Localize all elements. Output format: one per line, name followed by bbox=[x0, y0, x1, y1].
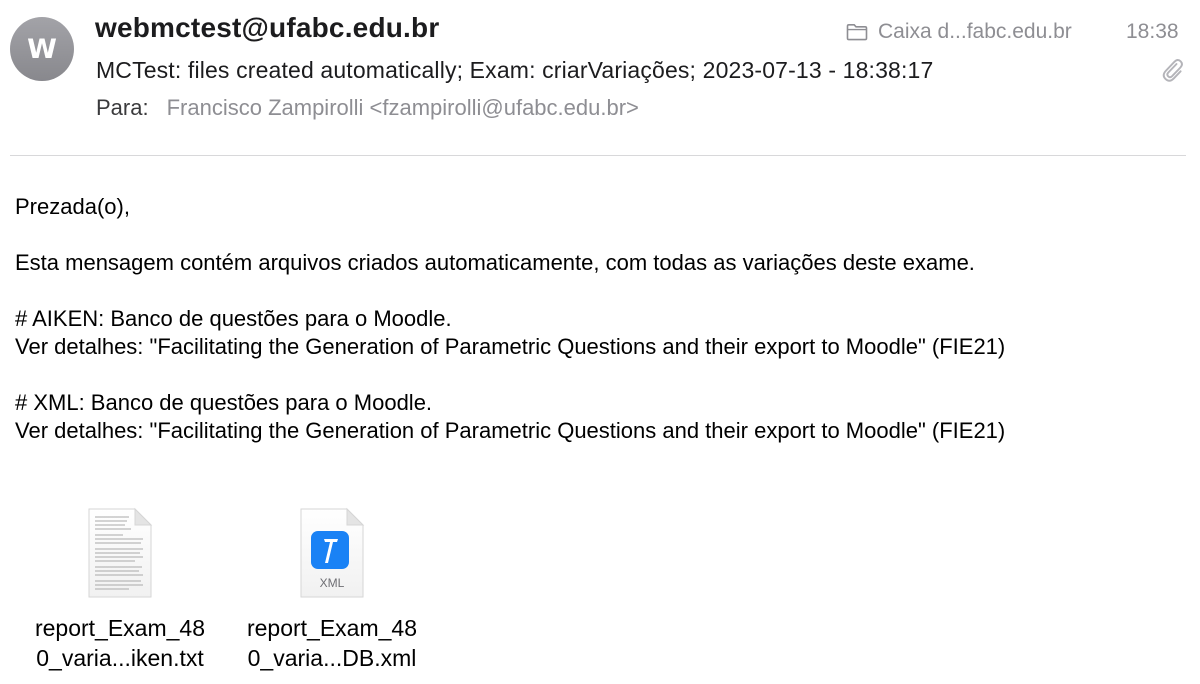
avatar[interactable]: W bbox=[10, 17, 74, 81]
aiken-detail: Ver detalhes: "Facilitating the Generati… bbox=[15, 334, 1006, 359]
sender-address[interactable]: webmctest@ufabc.edu.br bbox=[95, 12, 439, 44]
recipient-row: Para: Francisco Zampirolli <fzampirolli@… bbox=[96, 95, 639, 121]
paperclip-icon bbox=[1162, 59, 1183, 82]
attachment-indicator[interactable] bbox=[1161, 57, 1185, 88]
text-document-icon bbox=[85, 505, 155, 601]
xml-detail: Ver detalhes: "Facilitating the Generati… bbox=[15, 418, 1006, 443]
mailbox-name: Caixa d...fabc.edu.br bbox=[878, 20, 1072, 43]
attachment-filename: report_Exam_48 0_varia...DB.xml bbox=[246, 615, 418, 671]
subject-line: MCTest: files created automatically; Exa… bbox=[96, 57, 934, 83]
header-divider bbox=[10, 155, 1186, 156]
message-body: Prezada(o), Esta mensagem contém arquivo… bbox=[15, 193, 1185, 445]
folder-icon bbox=[846, 24, 868, 41]
recipient-address[interactable]: Francisco Zampirolli <fzampirolli@ufabc.… bbox=[167, 95, 639, 121]
mailbox-indicator[interactable]: Caixa d...fabc.edu.br bbox=[846, 20, 1072, 44]
attachment-filename: report_Exam_48 0_varia...iken.txt bbox=[34, 615, 206, 671]
xml-line: # XML: Banco de questões para o Moodle. bbox=[15, 390, 433, 415]
xml-document-icon: XML bbox=[297, 505, 367, 601]
attachment-list: report_Exam_48 0_varia...iken.txt XML re… bbox=[0, 505, 1200, 684]
svg-text:XML: XML bbox=[320, 576, 345, 590]
intro-paragraph: Esta mensagem contém arquivos criados au… bbox=[15, 250, 975, 275]
aiken-line: # AIKEN: Banco de questões para o Moodle… bbox=[15, 306, 452, 331]
attachment-xml[interactable]: XML report_Exam_48 0_varia...DB.xml bbox=[234, 505, 430, 673]
recipient-label: Para: bbox=[96, 95, 149, 120]
message-header: W webmctest@ufabc.edu.br Caixa d...fabc.… bbox=[0, 0, 1200, 156]
received-time: 18:38 bbox=[1126, 20, 1179, 43]
greeting: Prezada(o), bbox=[15, 194, 130, 219]
attachment-txt[interactable]: report_Exam_48 0_varia...iken.txt bbox=[22, 505, 218, 673]
